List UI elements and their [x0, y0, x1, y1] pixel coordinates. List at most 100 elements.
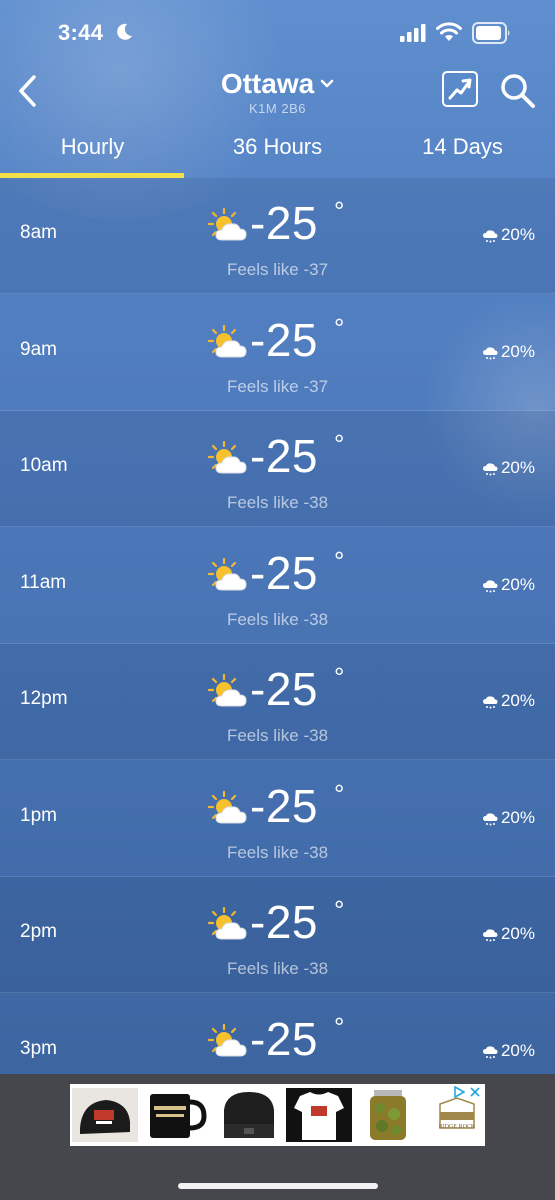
ad-brand-text: RIDGE ROCK — [438, 1124, 476, 1130]
home-indicator[interactable] — [178, 1183, 378, 1189]
snow-cloud-icon — [482, 461, 498, 476]
precip-value: 20% — [500, 807, 535, 827]
feels-like: Feels like -38 — [226, 493, 329, 512]
partly-cloudy-icon — [207, 906, 250, 943]
precip-chance: 20% — [482, 575, 535, 595]
snow-cloud-icon — [482, 811, 498, 825]
precip-value: 20% — [500, 225, 535, 244]
precip-chance: 20% — [482, 808, 535, 828]
precip-chance: 20% — [482, 924, 535, 944]
ad-pickle-jar-image — [356, 1088, 420, 1142]
tab-36-hours[interactable]: 36 Hours — [185, 120, 370, 178]
ad-beanie-image — [216, 1088, 282, 1142]
hour-temperature: -25 — [250, 1012, 318, 1065]
ad-cap-image — [72, 1088, 138, 1142]
city-name: Ottawa — [220, 68, 315, 99]
degree-symbol: ° — [334, 778, 345, 809]
feels-like: Feels like -38 — [226, 726, 329, 745]
snow-cloud-icon — [482, 345, 498, 359]
snow-cloud-icon — [482, 927, 498, 942]
back-button[interactable] — [12, 70, 42, 112]
partly-cloudy-icon — [207, 673, 250, 710]
precip-value: 20% — [500, 691, 535, 710]
hour-row[interactable]: 2pm -25 ° Feels like -38 20% — [0, 877, 555, 993]
hour-row[interactable]: 10am -25 ° Feels like -38 20% — [0, 411, 555, 527]
moon-icon — [117, 23, 132, 40]
degree-symbol: ° — [334, 545, 345, 576]
hour-row[interactable]: 9am -25 ° Feels like -37 20% — [0, 295, 555, 411]
tab-hourly[interactable]: Hourly — [0, 120, 185, 178]
postal-code: K1M 2B6 — [249, 101, 306, 116]
status-bar: 3:44 — [0, 0, 555, 66]
precip-value: 20% — [500, 924, 535, 943]
precip-chance: 20% — [482, 342, 535, 362]
trend-chart-button[interactable] — [442, 71, 478, 107]
hour-temperature: -25 — [250, 430, 318, 482]
hour-temperature: -25 — [250, 313, 318, 366]
precip-value: 20% — [500, 1040, 535, 1060]
hour-temperature: -25 — [250, 779, 318, 832]
hour-time: 12pm — [20, 688, 68, 709]
partly-cloudy-icon — [207, 1023, 250, 1060]
hour-time: 8am — [20, 222, 57, 243]
degree-symbol: ° — [334, 895, 345, 925]
trend-chart-icon — [448, 78, 472, 100]
feels-like: Feels like -37 — [226, 376, 329, 396]
back-icon — [19, 75, 36, 107]
partly-cloudy-icon — [207, 440, 250, 477]
precip-value: 20% — [500, 341, 535, 361]
degree-symbol: ° — [334, 662, 345, 692]
ad-banner-area: RIDGE ROCK — [0, 1074, 555, 1200]
precip-value: 20% — [500, 574, 535, 594]
degree-symbol: ° — [334, 312, 345, 343]
hour-row[interactable]: 11am -25 ° Feels like -38 20% — [0, 528, 555, 644]
partly-cloudy-icon — [207, 790, 250, 827]
partly-cloudy-icon — [207, 557, 250, 594]
hour-temperature: -25 — [250, 663, 318, 715]
snow-cloud-icon — [482, 578, 498, 592]
degree-symbol: ° — [334, 429, 345, 459]
ad-mug-image — [142, 1088, 212, 1142]
tab-14-days[interactable]: 14 Days — [370, 120, 555, 178]
hour-row[interactable]: 3pm -25 ° 20% — [0, 994, 555, 1075]
search-icon[interactable] — [497, 70, 537, 110]
hour-time: 3pm — [20, 1037, 57, 1059]
hour-row[interactable]: 12pm -25 ° Feels like -38 20% — [0, 644, 555, 760]
hour-time: 10am — [20, 455, 68, 476]
ad-close-icon[interactable] — [469, 1086, 481, 1098]
clock: 3:44 — [58, 20, 104, 45]
hour-row[interactable]: 8am -25 ° Feels like -37 20% — [0, 178, 555, 294]
feels-like: Feels like -38 — [226, 959, 329, 978]
feels-like: Feels like -38 — [226, 609, 329, 629]
wifi-icon — [436, 22, 462, 41]
hourly-forecast-list[interactable]: 8am -25 ° Feels like -37 20% 9am -25 ° Feels lik… — [0, 178, 555, 1074]
precip-chance: 20% — [482, 1041, 535, 1061]
hour-time: 9am — [20, 338, 57, 360]
ad-tshirt-image — [286, 1088, 352, 1142]
degree-symbol: ° — [334, 196, 345, 226]
feels-like: Feels like -37 — [226, 260, 329, 279]
hour-time: 1pm — [20, 804, 57, 826]
precip-chance: 20% — [482, 691, 535, 711]
snow-cloud-icon — [482, 694, 498, 709]
degree-symbol: ° — [334, 1011, 345, 1042]
hour-time: 2pm — [20, 921, 57, 942]
hour-temperature: -25 — [250, 197, 318, 249]
precip-chance: 20% — [482, 225, 535, 245]
precip-chance: 20% — [482, 458, 535, 478]
partly-cloudy-icon — [207, 324, 250, 361]
hour-row[interactable]: 1pm -25 ° Feels like -38 20% — [0, 761, 555, 877]
battery-icon — [472, 22, 510, 44]
hour-time: 11am — [20, 571, 67, 593]
chevron-down-icon — [320, 79, 334, 88]
signal-icon — [400, 24, 426, 42]
view-tabs: Hourly 36 Hours 14 Days — [0, 120, 555, 178]
precip-value: 20% — [500, 458, 535, 477]
snow-cloud-icon — [482, 1044, 498, 1058]
ad-banner[interactable]: RIDGE ROCK — [70, 1084, 485, 1146]
partly-cloudy-icon — [207, 207, 250, 244]
location-selector[interactable]: Ottawa K1M 2B6 — [150, 68, 405, 116]
hour-temperature: -25 — [250, 896, 318, 948]
hour-temperature: -25 — [250, 546, 318, 599]
ad-choices-icon[interactable] — [453, 1086, 465, 1098]
